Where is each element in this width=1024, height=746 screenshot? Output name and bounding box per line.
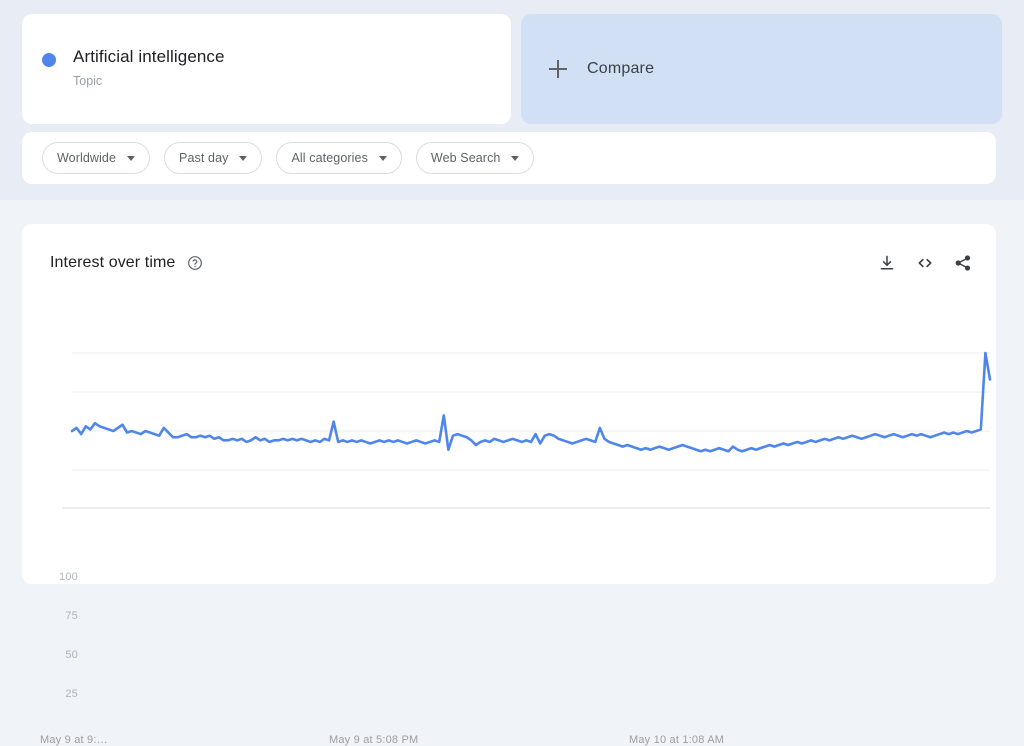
query-row: Artificial intelligence Topic Compare: [22, 14, 1002, 124]
chart-plot-area: [22, 224, 996, 584]
compare-button[interactable]: Compare: [520, 14, 1002, 124]
embed-code-icon[interactable]: [916, 254, 934, 272]
search-type-filter[interactable]: Web Search: [415, 142, 535, 174]
y-axis-tick-50: 50: [65, 649, 78, 661]
download-icon[interactable]: [878, 254, 896, 272]
chevron-down-icon: [378, 155, 387, 161]
location-filter[interactable]: Worldwide: [42, 142, 151, 174]
chevron-down-icon: [127, 155, 136, 161]
category-filter[interactable]: All categories: [276, 142, 402, 174]
chevron-down-icon: [511, 155, 520, 161]
chart-title-wrap: Interest over time: [50, 254, 203, 272]
y-axis-tick-75: 75: [65, 610, 78, 622]
time-range-filter-label: Past day: [179, 151, 229, 165]
y-axis-tick-100: 100: [59, 571, 78, 583]
x-axis-tick-2: May 10 at 1:08 AM: [629, 734, 725, 746]
chart-header: Interest over time: [50, 248, 972, 278]
chart-actions: [878, 254, 972, 272]
chevron-down-icon: [239, 155, 248, 161]
search-type-filter-label: Web Search: [430, 151, 501, 165]
x-axis-tick-0: May 9 at 9:…: [40, 734, 108, 746]
chart-title: Interest over time: [50, 254, 176, 271]
search-term-card[interactable]: Artificial intelligence Topic: [22, 14, 511, 124]
filter-bar: Worldwide Past day All categories Web Se…: [22, 132, 996, 184]
share-icon[interactable]: [954, 254, 972, 272]
line-chart: [62, 351, 992, 509]
search-term-title: Artificial intelligence: [73, 47, 225, 66]
series-dot-icon: [42, 53, 56, 67]
interest-over-time-card: Interest over time 100 75 50 25 May 9 at…: [22, 224, 996, 746]
x-axis-tick-1: May 9 at 5:08 PM: [329, 734, 419, 746]
help-circle-icon[interactable]: [187, 255, 203, 271]
time-range-filter[interactable]: Past day: [164, 142, 263, 174]
search-term-type: Topic: [73, 74, 103, 88]
compare-label: Compare: [586, 60, 655, 77]
y-axis-tick-25: 25: [65, 688, 78, 700]
plus-icon: [548, 60, 567, 78]
category-filter-label: All categories: [291, 151, 368, 165]
location-filter-label: Worldwide: [57, 151, 117, 165]
